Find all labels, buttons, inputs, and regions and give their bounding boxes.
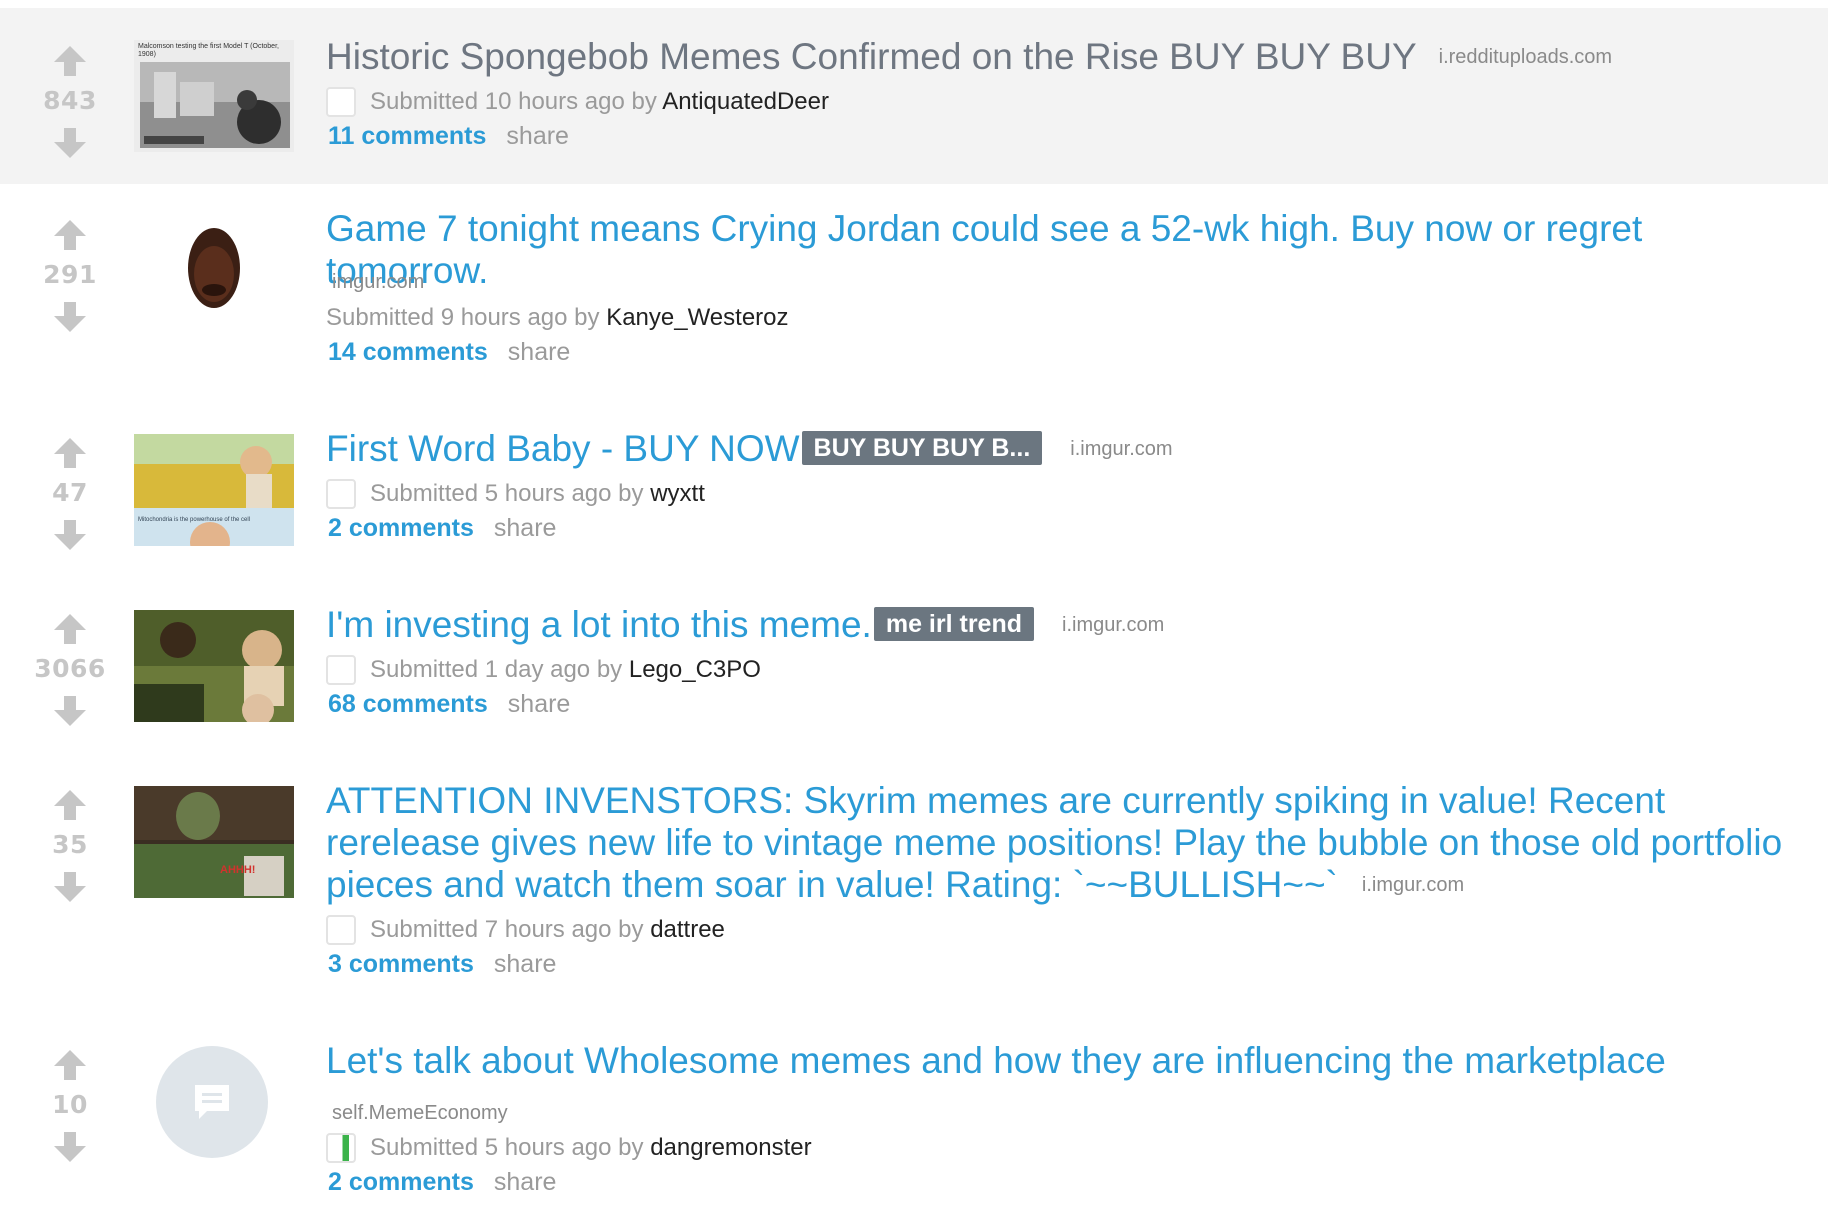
- downvote-arrow-icon[interactable]: [24, 1130, 116, 1174]
- post-row: 10 Let's talk about Wholesome memes and …: [0, 1016, 1828, 1228]
- select-checkbox[interactable]: [326, 87, 356, 117]
- comments-link[interactable]: 11 comments: [328, 122, 486, 150]
- post-flair: me irl trend: [873, 607, 1034, 641]
- downvote-arrow-icon[interactable]: [24, 694, 116, 738]
- post-author[interactable]: dattree: [650, 916, 725, 943]
- share-link[interactable]: share: [506, 122, 569, 150]
- post-score: 47: [52, 478, 88, 507]
- post-buttons: 14 comments share: [328, 338, 570, 367]
- thumbnail-caption: Malcomson testing the first Model T (Oct…: [138, 43, 279, 58]
- post-domain[interactable]: imgur.com: [332, 271, 424, 294]
- downvote-arrow-icon[interactable]: [24, 870, 116, 914]
- post-thumbnail[interactable]: Mitochondria is the powerhouse of the ce…: [134, 434, 294, 546]
- post-flair: BUY BUY BUY B...: [801, 431, 1043, 465]
- post-thumbnail[interactable]: Malcomson testing the first Model T (Oct…: [134, 40, 294, 152]
- upvote-arrow-icon[interactable]: [24, 218, 116, 262]
- post-score: 843: [43, 86, 97, 115]
- post-author[interactable]: dangremonster: [650, 1134, 811, 1161]
- submitted-text: Submitted 9 hours ago by: [326, 304, 600, 331]
- upvote-arrow-icon[interactable]: [24, 1048, 116, 1092]
- chat-bubble-icon: [195, 1085, 229, 1119]
- share-link[interactable]: share: [494, 1168, 557, 1196]
- self-post-thumbnail[interactable]: [156, 1046, 268, 1158]
- submitted-text: Submitted 5 hours ago by: [370, 1134, 644, 1161]
- post-tagline: Submitted 9 hours ago by Kanye_Westeroz: [326, 302, 789, 334]
- post-row: 3066 I'm investing a lot into this meme.…: [0, 580, 1828, 756]
- upvote-arrow-icon[interactable]: [24, 436, 116, 480]
- select-checkbox[interactable]: [326, 655, 356, 685]
- post-buttons: 68 comments share: [328, 690, 570, 719]
- comments-link[interactable]: 3 comments: [328, 950, 474, 978]
- submitted-text: Submitted 1 day ago by: [370, 656, 623, 683]
- submitted-text: Submitted 10 hours ago by: [370, 88, 657, 115]
- post-domain[interactable]: i.imgur.com: [1070, 438, 1172, 460]
- post-tagline: Submitted 5 hours ago by dangremonster: [326, 1132, 812, 1164]
- comments-link[interactable]: 2 comments: [328, 514, 474, 542]
- submitted-text: Submitted 5 hours ago by: [370, 480, 644, 507]
- post-row: 47 Mitochondria is the powerhouse of the…: [0, 404, 1828, 580]
- comments-link[interactable]: 2 comments: [328, 1168, 474, 1196]
- post-buttons: 11 comments share: [328, 122, 569, 151]
- post-title-link[interactable]: Game 7 tonight means Crying Jordan could…: [326, 208, 1642, 291]
- post-title-line: ATTENTION INVENSTORS: Skyrim memes are c…: [326, 780, 1796, 906]
- post-author[interactable]: AntiquatedDeer: [662, 88, 829, 115]
- select-checkbox[interactable]: [326, 1133, 356, 1163]
- post-title-line: Game 7 tonight means Crying Jordan could…: [326, 208, 1796, 292]
- post-score: 10: [52, 1090, 88, 1119]
- post-title-line: First Word Baby - BUY NOW BUY BUY BUY B..…: [326, 428, 1796, 470]
- post-title-link[interactable]: I'm investing a lot into this meme.: [326, 604, 872, 645]
- thumbnail-caption: AHHH!: [220, 864, 256, 876]
- post-domain[interactable]: i.imgur.com: [1062, 614, 1164, 636]
- post-thumbnail[interactable]: [134, 610, 294, 722]
- post-author[interactable]: Lego_C3PO: [629, 656, 761, 683]
- post-row: 35 AHHH! ATTENTION INVENSTORS: Skyrim me…: [0, 756, 1828, 1016]
- downvote-arrow-icon[interactable]: [24, 126, 116, 170]
- post-buttons: 3 comments share: [328, 950, 556, 979]
- post-buttons: 2 comments share: [328, 514, 556, 543]
- post-buttons: 2 comments share: [328, 1168, 556, 1197]
- downvote-arrow-icon[interactable]: [24, 300, 116, 344]
- post-domain[interactable]: i.reddituploads.com: [1439, 46, 1612, 68]
- share-link[interactable]: share: [508, 690, 571, 718]
- post-score: 3066: [34, 654, 106, 683]
- downvote-arrow-icon[interactable]: [24, 518, 116, 562]
- post-domain[interactable]: i.imgur.com: [1362, 874, 1464, 896]
- post-tagline: Submitted 5 hours ago by wyxtt: [326, 478, 705, 510]
- post-tagline: Submitted 1 day ago by Lego_C3PO: [326, 654, 761, 686]
- post-title-link[interactable]: Historic Spongebob Memes Confirmed on th…: [326, 36, 1417, 77]
- comments-link[interactable]: 68 comments: [328, 690, 488, 718]
- post-author[interactable]: Kanye_Westeroz: [606, 304, 788, 331]
- select-checkbox[interactable]: [326, 479, 356, 509]
- post-title-line: I'm investing a lot into this meme. me ir…: [326, 604, 1796, 646]
- upvote-arrow-icon[interactable]: [24, 788, 116, 832]
- share-link[interactable]: share: [494, 950, 557, 978]
- select-checkbox[interactable]: [326, 915, 356, 945]
- post-thumbnail[interactable]: AHHH!: [134, 786, 294, 898]
- comments-link[interactable]: 14 comments: [328, 338, 488, 366]
- post-title-line: Historic Spongebob Memes Confirmed on th…: [326, 36, 1796, 78]
- post-row: 843 Malcomson testing the first Model T …: [0, 8, 1828, 184]
- post-tagline: Submitted 7 hours ago by dattree: [326, 914, 725, 946]
- upvote-arrow-icon[interactable]: [24, 612, 116, 656]
- post-title-link[interactable]: Let's talk about Wholesome memes and how…: [326, 1040, 1666, 1081]
- share-link[interactable]: share: [508, 338, 571, 366]
- post-row: 291 Game 7 tonight means Crying Jordan c…: [0, 184, 1828, 404]
- share-link[interactable]: share: [494, 514, 557, 542]
- post-tagline: Submitted 10 hours ago by AntiquatedDeer: [326, 86, 829, 118]
- post-author[interactable]: wyxtt: [650, 480, 705, 507]
- submitted-text: Submitted 7 hours ago by: [370, 916, 644, 943]
- thumbnail-caption: Mitochondria is the powerhouse of the ce…: [138, 517, 251, 523]
- post-title-line: Let's talk about Wholesome memes and how…: [326, 1040, 1796, 1082]
- post-title-link[interactable]: ATTENTION INVENSTORS: Skyrim memes are c…: [326, 780, 1782, 905]
- post-score: 291: [43, 260, 97, 289]
- post-thumbnail[interactable]: [134, 214, 294, 326]
- post-score: 35: [52, 830, 88, 859]
- post-domain[interactable]: self.MemeEconomy: [332, 1102, 508, 1125]
- post-title-link[interactable]: First Word Baby - BUY NOW: [326, 428, 800, 469]
- upvote-arrow-icon[interactable]: [24, 44, 116, 88]
